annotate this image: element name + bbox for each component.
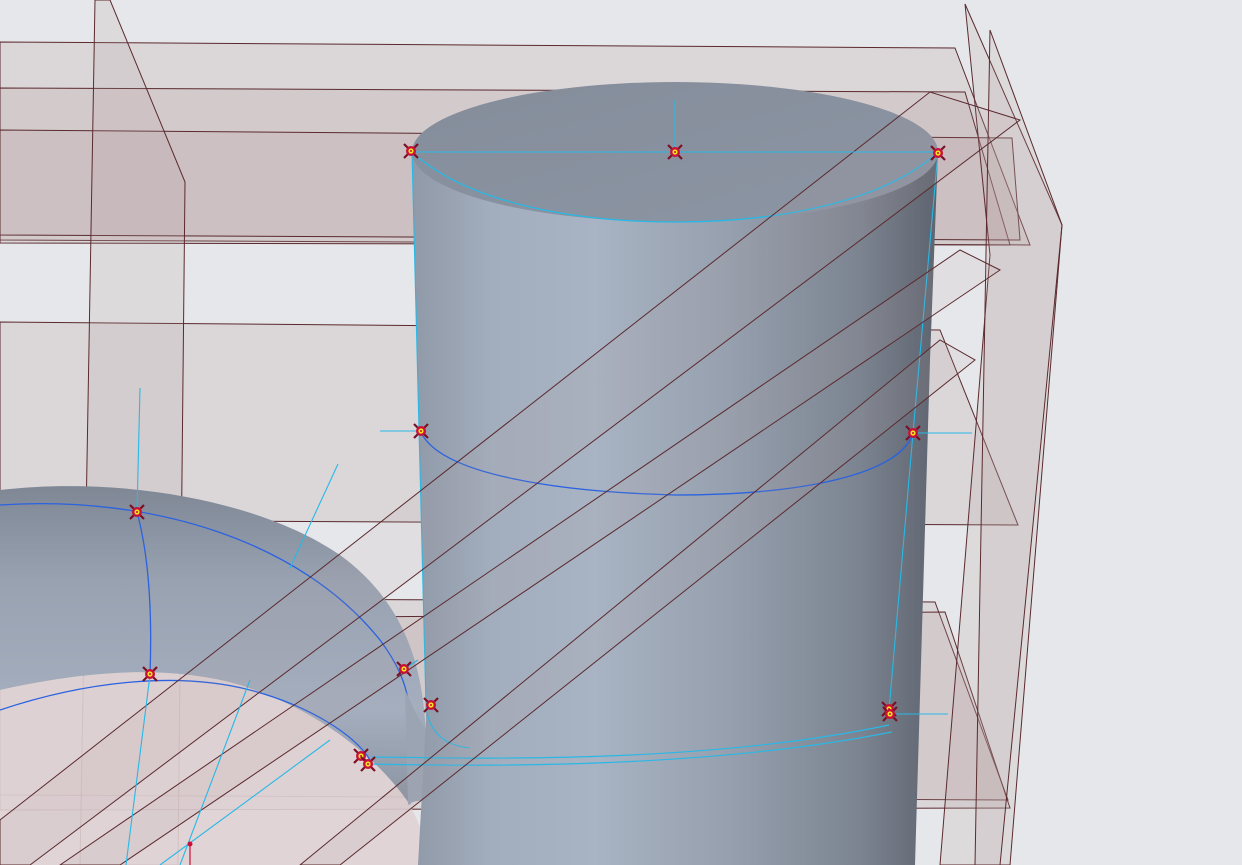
graphics-viewport[interactable] — [0, 0, 1242, 865]
datum-point-marker-icon[interactable] — [141, 665, 159, 683]
datum-point-marker-icon[interactable] — [666, 143, 684, 161]
datum-point-marker-icon[interactable] — [128, 503, 146, 521]
datum-point-marker-icon[interactable] — [402, 142, 420, 160]
datum-point-marker-icon[interactable] — [422, 696, 440, 714]
datum-point-marker-icon[interactable] — [881, 705, 899, 723]
datum-point-marker-icon[interactable] — [929, 144, 947, 162]
datum-point-marker-icon[interactable] — [412, 422, 430, 440]
datum-point-marker-icon[interactable] — [359, 755, 377, 773]
datum-point-marker-icon[interactable] — [395, 660, 413, 678]
datum-point-marker-icon[interactable] — [904, 424, 922, 442]
